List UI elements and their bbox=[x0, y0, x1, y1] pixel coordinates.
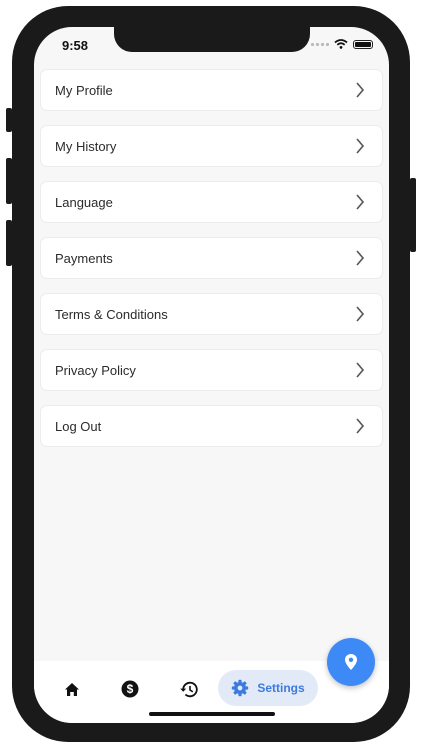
chevron-right-icon bbox=[352, 138, 368, 154]
nav-settings[interactable]: Settings bbox=[218, 670, 318, 706]
menu-item-label: Privacy Policy bbox=[55, 362, 136, 378]
power-button bbox=[410, 178, 416, 252]
menu-item-label: Terms & Conditions bbox=[55, 306, 168, 322]
status-icons bbox=[311, 39, 373, 49]
nav-history[interactable] bbox=[176, 675, 200, 703]
gear-icon bbox=[232, 679, 249, 697]
map-pin-icon bbox=[345, 654, 357, 670]
battery-icon bbox=[353, 39, 373, 49]
menu-item-payments[interactable]: Payments bbox=[40, 237, 383, 279]
chevron-right-icon bbox=[352, 306, 368, 322]
menu-item-label: My History bbox=[55, 138, 117, 154]
svg-text:$: $ bbox=[127, 682, 134, 696]
menu-item-my-profile[interactable]: My Profile bbox=[40, 69, 383, 111]
wifi-icon bbox=[334, 39, 348, 49]
history-icon bbox=[179, 681, 198, 697]
signal-icon bbox=[311, 42, 329, 46]
menu-item-language[interactable]: Language bbox=[40, 181, 383, 223]
nav-settings-label: Settings bbox=[257, 681, 305, 695]
home-icon bbox=[65, 682, 79, 696]
phone-screen: 9:58 My Profile My History Language Paym… bbox=[34, 27, 389, 723]
menu-item-privacy-policy[interactable]: Privacy Policy bbox=[40, 349, 383, 391]
dollar-icon: $ bbox=[121, 680, 139, 698]
chevron-right-icon bbox=[352, 194, 368, 210]
notch bbox=[114, 27, 310, 52]
volume-up-button bbox=[6, 158, 12, 204]
volume-down-button bbox=[6, 220, 12, 266]
chevron-right-icon bbox=[352, 250, 368, 266]
nav-payments[interactable]: $ bbox=[118, 675, 142, 703]
chevron-right-icon bbox=[352, 362, 368, 378]
menu-item-label: Language bbox=[55, 194, 113, 210]
location-fab[interactable] bbox=[327, 638, 375, 686]
status-time: 9:58 bbox=[62, 38, 89, 53]
mute-switch bbox=[6, 108, 12, 132]
chevron-right-icon bbox=[352, 418, 368, 434]
menu-item-label: My Profile bbox=[55, 82, 113, 98]
menu-item-label: Payments bbox=[55, 250, 113, 266]
nav-home[interactable] bbox=[60, 675, 84, 703]
settings-list: My Profile My History Language Payments … bbox=[40, 69, 383, 461]
menu-item-label: Log Out bbox=[55, 418, 102, 434]
chevron-right-icon bbox=[352, 82, 368, 98]
home-indicator bbox=[149, 712, 275, 716]
menu-item-terms[interactable]: Terms & Conditions bbox=[40, 293, 383, 335]
menu-item-my-history[interactable]: My History bbox=[40, 125, 383, 167]
menu-item-log-out[interactable]: Log Out bbox=[40, 405, 383, 447]
